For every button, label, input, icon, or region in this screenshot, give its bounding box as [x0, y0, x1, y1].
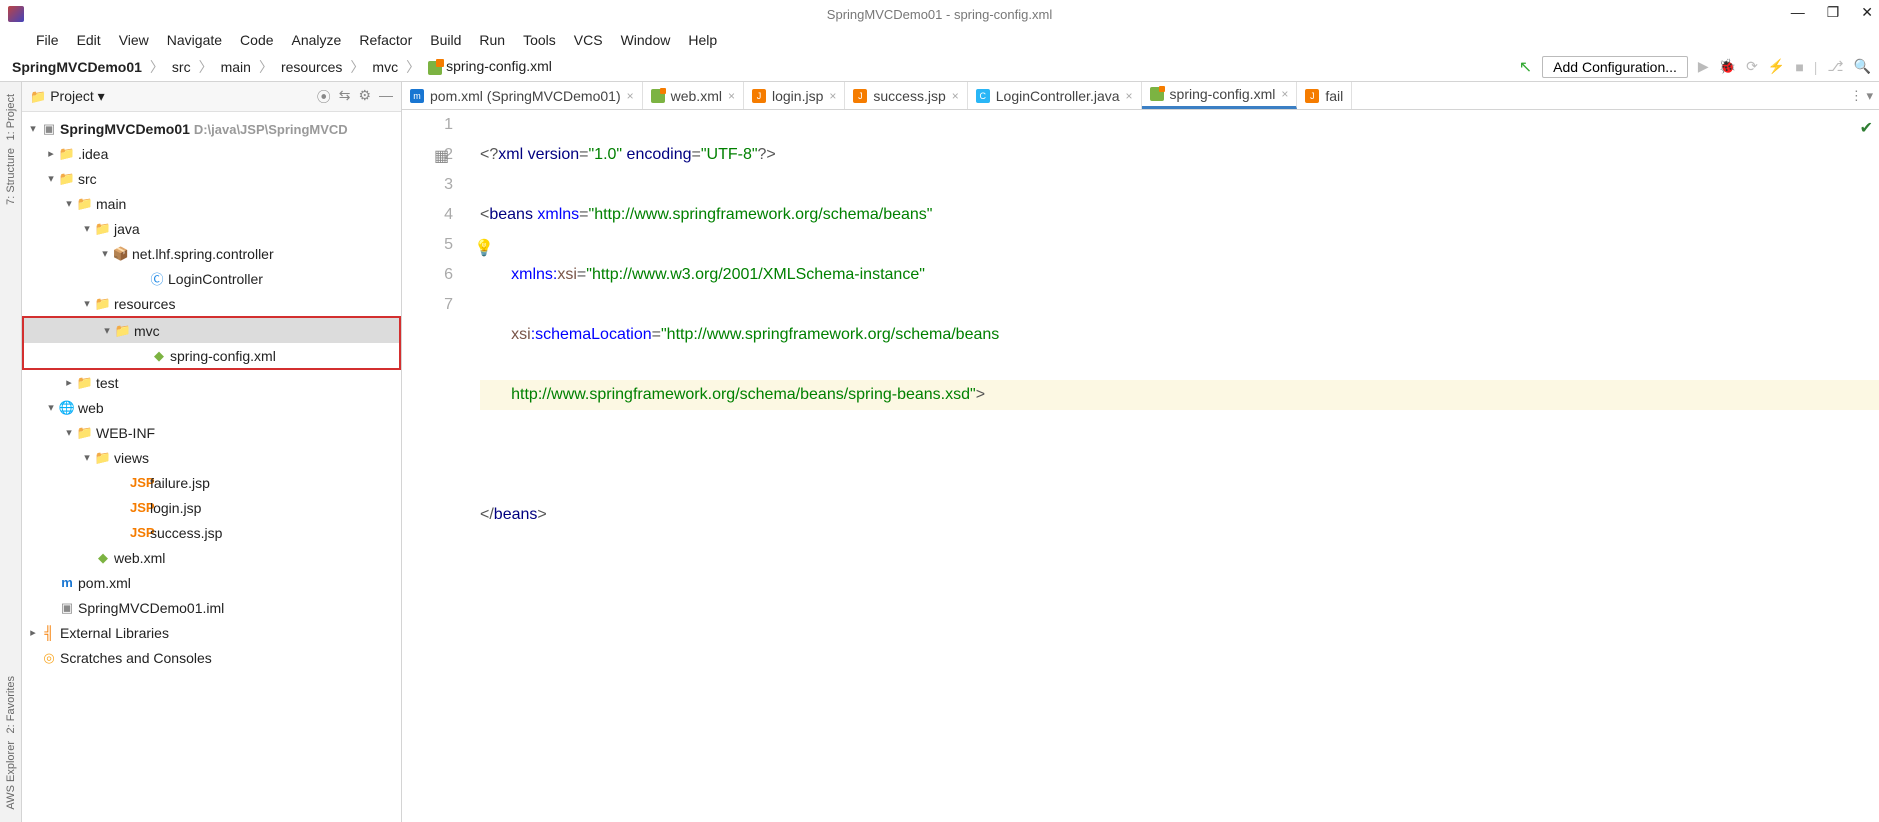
editor-tabs: mpom.xml (SpringMVCDemo01)× web.xml× Jlo…	[402, 82, 1879, 110]
close-icon[interactable]: ×	[1126, 89, 1133, 103]
profile-icon[interactable]: ⚡	[1768, 58, 1785, 75]
tree-node-spring-config[interactable]: ◆spring-config.xml	[24, 343, 399, 368]
tab-pom[interactable]: mpom.xml (SpringMVCDemo01)×	[402, 82, 643, 109]
line-gutter: 123 4567	[402, 110, 462, 822]
menu-view[interactable]: View	[111, 30, 157, 50]
close-icon[interactable]: ×	[728, 89, 735, 103]
tab-web-xml[interactable]: web.xml×	[643, 82, 744, 109]
tree-node-mvc[interactable]: ▾📁mvc	[24, 318, 399, 343]
menu-refactor[interactable]: Refactor	[351, 30, 420, 50]
rail-structure[interactable]: 7: Structure	[5, 144, 17, 209]
project-view-title[interactable]: Project ▾	[50, 88, 317, 105]
window-title: SpringMVCDemo01 - spring-config.xml	[827, 7, 1052, 22]
close-icon[interactable]: ×	[952, 89, 959, 103]
menu-vcs[interactable]: VCS	[566, 30, 611, 50]
project-tree[interactable]: ▾▣SpringMVCDemo01 D:\java\JSP\SpringMVCD…	[22, 112, 401, 822]
code-text[interactable]: <?xml version="1.0" encoding="UTF-8"?> <…	[476, 110, 1879, 822]
title-bar: SpringMVCDemo01 - spring-config.xml — ❐ …	[0, 0, 1879, 28]
menu-window[interactable]: Window	[613, 30, 679, 50]
close-icon[interactable]: ×	[1281, 87, 1288, 101]
rail-favorites[interactable]: 2: Favorites	[5, 672, 17, 737]
crumb-main[interactable]: main	[217, 58, 255, 76]
tab-login-jsp[interactable]: Jlogin.jsp×	[744, 82, 845, 109]
hide-icon[interactable]: —	[379, 87, 393, 107]
menu-navigate[interactable]: Navigate	[159, 30, 230, 50]
menu-analyze[interactable]: Analyze	[284, 30, 350, 50]
tab-failure[interactable]: Jfail	[1297, 82, 1352, 109]
folder-icon: 📁	[30, 89, 46, 105]
breadcrumb: SpringMVCDemo01〉 src〉 main〉 resources〉 m…	[8, 57, 556, 77]
highlighted-selection: ▾📁mvc ◆spring-config.xml	[22, 316, 401, 370]
maximize-icon[interactable]: ❐	[1827, 4, 1840, 21]
tool-window-stripe-left: 1: Project 7: Structure 2: Favorites AWS…	[0, 82, 22, 822]
tab-overflow[interactable]: ⋮ ▾	[1844, 82, 1879, 109]
crumb-src[interactable]: src	[168, 58, 195, 76]
intention-bulb-icon[interactable]: 💡	[474, 234, 494, 264]
locate-icon[interactable]: ⦿	[317, 87, 331, 107]
crumb-resources[interactable]: resources	[277, 58, 346, 76]
git-icon[interactable]: ⎇	[1827, 58, 1843, 75]
crumb-file[interactable]: spring-config.xml	[424, 57, 556, 75]
tab-spring-config[interactable]: spring-config.xml×	[1142, 82, 1298, 109]
add-configuration-button[interactable]: Add Configuration...	[1542, 56, 1688, 78]
code-editor[interactable]: 123 4567 <?xml version="1.0" encoding="U…	[402, 110, 1879, 822]
coverage-icon[interactable]: ⟳	[1746, 58, 1758, 75]
search-icon[interactable]: 🔍	[1854, 58, 1871, 75]
crumb-mvc[interactable]: mvc	[368, 58, 402, 76]
tab-logincontroller[interactable]: CLoginController.java×	[968, 82, 1142, 109]
build-icon[interactable]: ↖	[1519, 57, 1532, 77]
gear-icon[interactable]: ⚙	[358, 87, 371, 107]
ide-logo	[8, 6, 24, 22]
menu-edit[interactable]: Edit	[69, 30, 109, 50]
rail-aws[interactable]: AWS Explorer	[5, 737, 17, 814]
navigation-bar: SpringMVCDemo01〉 src〉 main〉 resources〉 m…	[0, 52, 1879, 82]
crumb-project[interactable]: SpringMVCDemo01	[8, 58, 146, 76]
close-icon[interactable]: ×	[627, 89, 634, 103]
menu-code[interactable]: Code	[232, 30, 281, 50]
menu-bar: File Edit View Navigate Code Analyze Ref…	[0, 28, 1879, 52]
run-icon[interactable]: ▶	[1698, 58, 1709, 75]
tab-success-jsp[interactable]: Jsuccess.jsp×	[845, 82, 967, 109]
fold-gutter[interactable]	[462, 110, 476, 822]
stop-icon[interactable]: ■	[1795, 59, 1803, 75]
project-tool-window: 📁 Project ▾ ⦿ ⇆ ⚙ — ▾▣SpringMVCDemo01 D:…	[22, 82, 402, 822]
menu-tools[interactable]: Tools	[515, 30, 564, 50]
inspection-ok-icon[interactable]: ✔	[1860, 114, 1873, 144]
close-icon[interactable]: ✕	[1861, 4, 1873, 21]
menu-run[interactable]: Run	[471, 30, 513, 50]
editor: mpom.xml (SpringMVCDemo01)× web.xml× Jlo…	[402, 82, 1879, 822]
rail-project[interactable]: 1: Project	[5, 90, 17, 144]
gutter-marker-icon[interactable]: ▦	[434, 142, 449, 172]
expand-icon[interactable]: ⇆	[339, 87, 351, 107]
debug-icon[interactable]: 🐞	[1719, 58, 1736, 75]
menu-build[interactable]: Build	[422, 30, 469, 50]
minimize-icon[interactable]: —	[1791, 4, 1805, 21]
close-icon[interactable]: ×	[829, 89, 836, 103]
menu-file[interactable]: File	[28, 30, 67, 50]
menu-help[interactable]: Help	[680, 30, 725, 50]
